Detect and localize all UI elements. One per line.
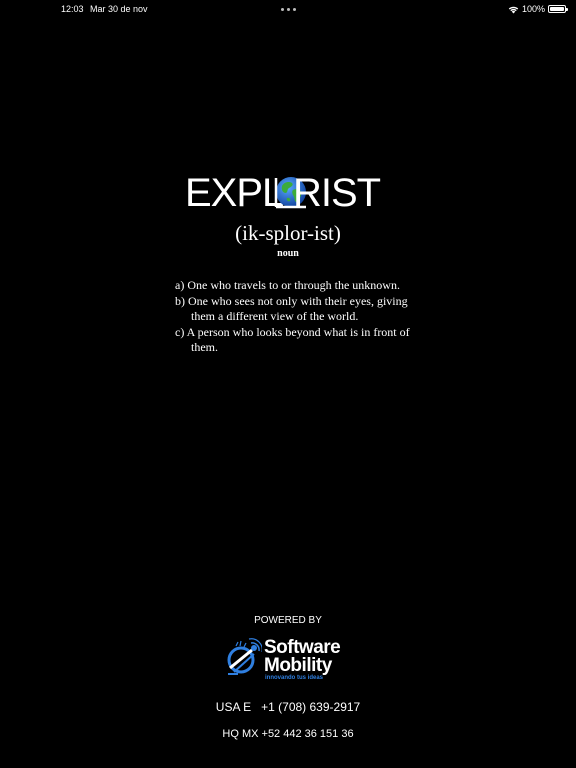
status-indicators: 100% [508, 3, 568, 15]
battery-percentage: 100% [521, 4, 545, 14]
pronunciation: (ik-splor-ist) [235, 221, 341, 245]
definition-list: a) One who travels to or through the unk… [175, 278, 425, 356]
logo-text-right: RIST [293, 171, 381, 215]
battery-icon [548, 5, 568, 13]
battery-fill [550, 7, 564, 11]
definition-item: c) A person who looks beyond what is in … [175, 324, 410, 355]
logo-text-left: EXPL [185, 171, 284, 215]
brand-name-line2: Mobility [264, 655, 332, 676]
definition-item: b) One who sees not only with their eyes… [175, 293, 408, 324]
phone-usa[interactable]: USA E +1 (708) 639-2917 [0, 700, 576, 714]
satellite-dish-icon [227, 638, 262, 675]
definition-item: a) One who travels to or through the unk… [175, 278, 400, 292]
powered-by-label: POWERED BY [254, 615, 322, 626]
explorist-logo: EXPL RIST [185, 171, 405, 215]
multitasking-dots-icon[interactable] [281, 8, 297, 12]
brand-tagline: innovando tus ideas [265, 675, 324, 681]
status-time: 12:03 [61, 4, 84, 14]
wifi-icon [508, 6, 519, 13]
word-class: noun [277, 248, 299, 259]
phone-mx[interactable]: HQ MX +52 442 36 151 36 [0, 728, 576, 740]
status-date: Mar 30 de nov [90, 4, 148, 14]
software-mobility-logo[interactable]: Software Mobility innovando tus ideas [224, 638, 364, 684]
status-bar: 12:03 Mar 30 de nov 100% [0, 0, 576, 18]
